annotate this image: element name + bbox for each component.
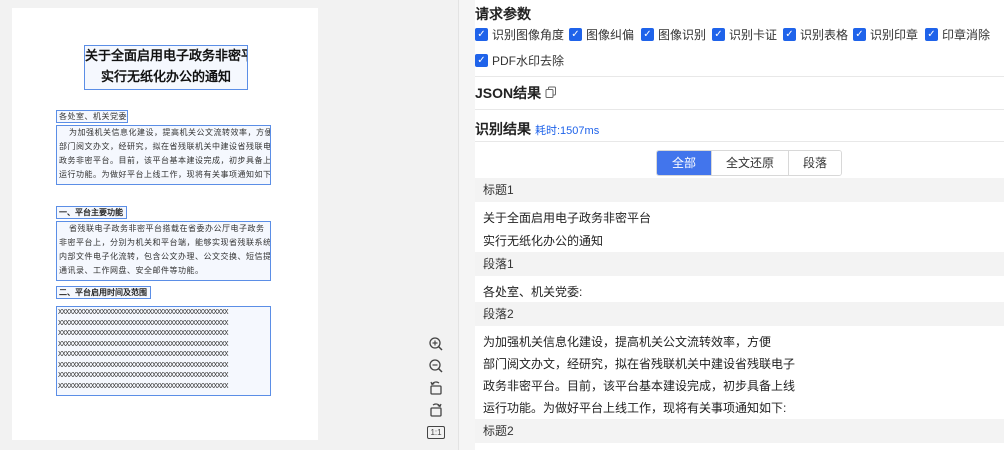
salutation-region[interactable]: 各处室、机关党委: <box>56 110 128 123</box>
actual-size-button[interactable]: 1:1 <box>424 421 448 443</box>
option-id-card[interactable]: ✓ 识别卡证 <box>712 26 777 43</box>
tab-full-text[interactable]: 全文还原 <box>711 151 788 175</box>
block-line: 关于全面启用电子政务非密平台 <box>483 211 652 225</box>
doc-para1-line: 运行功能。为做好平台上线工作，现将有关事项通知如下： <box>59 170 271 179</box>
placeholder-row: XXXXXXXXXXXXXXXXXXXXXXXXXXXXXXXXXXXXXXXX… <box>58 308 228 316</box>
doc-salutation: 各处室、机关党委: <box>59 112 128 121</box>
option-image-angle[interactable]: ✓ 识别图像角度 <box>475 26 564 43</box>
block-line: 政务非密平台。目前，该平台基本建设完成，初步具备上线 <box>483 379 796 393</box>
option-seal-removal[interactable]: ✓ 印章消除 <box>925 26 990 43</box>
option-label: PDF水印去除 <box>492 54 565 68</box>
placeholder-row: XXXXXXXXXXXXXXXXXXXXXXXXXXXXXXXXXXXXXXXX… <box>58 350 228 358</box>
title-region[interactable]: 关于全面启用电子政务非密平台 实行无纸化办公的通知 <box>84 45 248 90</box>
doc-title-line-2: 实行无纸化办公的通知 <box>100 70 231 85</box>
request-params-title: 请求参数 <box>475 6 531 22</box>
copy-icon[interactable] <box>545 86 557 98</box>
placeholder-row: XXXXXXXXXXXXXXXXXXXXXXXXXXXXXXXXXXXXXXXX… <box>58 381 228 390</box>
option-label: 图像纠偏 <box>586 28 635 42</box>
block-header: 标题2 <box>475 419 1004 443</box>
placeholder-row: XXXXXXXXXXXXXXXXXXXXXXXXXXXXXXXXXXXXXXXX… <box>58 360 228 369</box>
preview-toolbar: 1:1 <box>424 333 450 443</box>
results-panel: 请求参数 ✓ 识别图像角度 ✓ 图像纠偏 ✓ 图像识别 ✓ 识别卡证 ✓ 识别表格 ✓ 识别… <box>475 0 1004 450</box>
doc-para1-line: 为加强机关信息化建设，提高机关公文流转效率，方便 <box>69 128 271 137</box>
placeholder-row: XXXXXXXXXXXXXXXXXXXXXXXXXXXXXXXXXXXXXXXX… <box>58 371 228 379</box>
placeholder-row: XXXXXXXXXXXXXXXXXXXXXXXXXXXXXXXXXXXXXXXX… <box>58 318 228 327</box>
divider <box>475 76 1004 77</box>
option-table[interactable]: ✓ 识别表格 <box>783 26 848 43</box>
paragraph-1-region[interactable]: 为加强机关信息化建设，提高机关公文流转效率，方便 部门阅文办文，经研究，拟在省残… <box>56 125 271 185</box>
doc-para2-line: 省残联电子政务非密平台搭载在省委办公厅电子政务 <box>69 224 265 233</box>
heading-2-region[interactable]: 二、平台启用时间及范围 <box>56 286 151 299</box>
tab-paragraph[interactable]: 段落 <box>788 151 841 175</box>
heading-1-region[interactable]: 一、平台主要功能 <box>56 206 127 219</box>
elapsed-time: 耗时:1507ms <box>535 125 600 137</box>
option-label: 识别表格 <box>800 28 849 42</box>
checkbox-checked-icon[interactable]: ✓ <box>569 28 582 41</box>
checkbox-checked-icon[interactable]: ✓ <box>475 28 488 41</box>
doc-para1-line: 部门阅文办文，经研究，拟在省残联机关中建设省残联电子 <box>59 142 271 151</box>
rotate-left-icon[interactable] <box>424 377 448 399</box>
option-label: 印章消除 <box>942 28 991 42</box>
rotate-right-icon[interactable] <box>424 399 448 421</box>
actual-size-label: 1:1 <box>427 425 445 439</box>
option-label: 图像识别 <box>658 28 707 42</box>
block-line: 各处室、机关党委: <box>483 285 583 299</box>
option-label: 识别卡证 <box>729 28 778 42</box>
divider <box>475 109 1004 110</box>
pane-divider[interactable] <box>458 0 459 450</box>
doc-para2-line: 通讯录、工作网盘、安全邮件等功能。 <box>59 266 204 275</box>
option-seal[interactable]: ✓ 识别印章 <box>853 26 918 43</box>
block-line: 部门阅文办文，经研究，拟在省残联机关中建设省残联电子 <box>483 357 796 371</box>
doc-heading-2: 二、平台启用时间及范围 <box>59 288 147 297</box>
placeholder-row: XXXXXXXXXXXXXXXXXXXXXXXXXXXXXXXXXXXXXXXX… <box>58 329 228 337</box>
option-label: 识别印章 <box>870 28 919 42</box>
checkbox-checked-icon[interactable]: ✓ <box>641 28 654 41</box>
option-label: 识别图像角度 <box>492 28 565 42</box>
zoom-out-icon[interactable] <box>424 355 448 377</box>
json-result-title: JSON结果 <box>475 85 542 101</box>
doc-para1-line: 政务非密平台。目前，该平台基本建设完成，初步具备上线 <box>59 156 271 165</box>
placeholder-row: XXXXXXXXXXXXXXXXXXXXXXXXXXXXXXXXXXXXXXXX… <box>58 339 228 348</box>
checkbox-checked-icon[interactable]: ✓ <box>475 54 488 67</box>
doc-heading-1: 一、平台主要功能 <box>59 208 123 217</box>
block-line: 实行无纸化办公的通知 <box>483 234 604 248</box>
result-title: 识别结果 <box>475 121 531 137</box>
block-header: 段落2 <box>475 302 1004 326</box>
document-preview-pane: 关于全面启用电子政务非密平台 实行无纸化办公的通知 各处室、机关党委: 为加强机… <box>0 0 458 450</box>
checkbox-checked-icon[interactable]: ✓ <box>925 28 938 41</box>
placeholder-text-region[interactable]: XXXXXXXXXXXXXXXXXXXXXXXXXXXXXXXXXXXXXXXX… <box>56 306 271 396</box>
doc-title-line-1: 关于全面启用电子政务非密平台 <box>85 49 247 64</box>
document-page: 关于全面启用电子政务非密平台 实行无纸化办公的通知 各处室、机关党委: 为加强机… <box>12 8 318 440</box>
tab-all[interactable]: 全部 <box>657 151 711 175</box>
divider <box>475 141 1004 142</box>
option-pdf-watermark-removal[interactable]: ✓ PDF水印去除 <box>475 52 564 69</box>
checkbox-checked-icon[interactable]: ✓ <box>853 28 866 41</box>
option-image-recognition[interactable]: ✓ 图像识别 <box>641 26 706 43</box>
block-header: 标题1 <box>475 178 1004 202</box>
block-line: 为加强机关信息化建设，提高机关公文流转效率，方便 <box>483 335 772 349</box>
block-header: 段落1 <box>475 252 1004 276</box>
paragraph-2-region[interactable]: 省残联电子政务非密平台搭载在省委办公厅电子政务 非密平台上，分别为机关和平台端，… <box>56 221 271 281</box>
result-tabs: 全部 全文还原 段落 <box>656 150 842 176</box>
checkbox-checked-icon[interactable]: ✓ <box>783 28 796 41</box>
zoom-in-icon[interactable] <box>424 333 448 355</box>
doc-para2-line: 内部文件电子化流转，包含公文办理、公文交换、短信提醒、 <box>59 252 271 261</box>
option-deskew[interactable]: ✓ 图像纠偏 <box>569 26 634 43</box>
doc-para2-line: 非密平台上，分别为机关和平台端，能够实现省残联系统 <box>59 238 271 247</box>
block-line: 运行功能。为做好平台上线工作，现将有关事项通知如下: <box>483 401 787 415</box>
checkbox-checked-icon[interactable]: ✓ <box>712 28 725 41</box>
